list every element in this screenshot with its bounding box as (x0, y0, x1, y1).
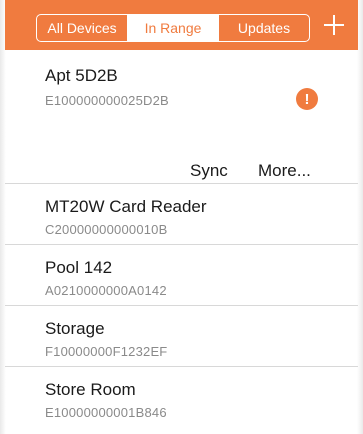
device-name: Pool 142 (45, 258, 113, 277)
segment-all-devices[interactable]: All Devices (37, 15, 128, 41)
device-name: Apt 5D2B (45, 66, 118, 85)
sync-button[interactable]: Sync (190, 161, 228, 181)
more-button[interactable]: More... (258, 161, 311, 181)
alert-icon[interactable]: ! (296, 88, 318, 110)
app-frame: All Devices In Range Updates Apt 5D2B E1… (0, 0, 363, 434)
device-id: E100000000025D2B (45, 93, 169, 108)
device-id: F10000000F1232EF (45, 344, 168, 359)
device-row[interactable]: Store Room E10000000001B846 (5, 368, 358, 428)
device-name: Store Room (45, 380, 136, 399)
device-id: C20000000000010B (45, 222, 168, 237)
device-id: A0210000000A0142 (45, 283, 167, 298)
segment-in-range[interactable]: In Range (128, 15, 219, 41)
device-row[interactable]: Pool 142 A0210000000A0142 (5, 246, 358, 306)
device-name: Storage (45, 319, 105, 338)
nav-bar: All Devices In Range Updates (5, 0, 358, 50)
device-row[interactable]: Storage F10000000F1232EF (5, 307, 358, 367)
filter-segmented-control: All Devices In Range Updates (36, 14, 310, 42)
plus-icon[interactable] (319, 10, 349, 40)
device-id: E10000000001B846 (45, 405, 167, 420)
device-name: MT20W Card Reader (45, 197, 207, 216)
segment-updates[interactable]: Updates (219, 15, 309, 41)
device-row[interactable]: MT20W Card Reader C20000000000010B (5, 185, 358, 245)
expanded-device-row[interactable]: Apt 5D2B E100000000025D2B ! Sync More... (5, 50, 358, 184)
